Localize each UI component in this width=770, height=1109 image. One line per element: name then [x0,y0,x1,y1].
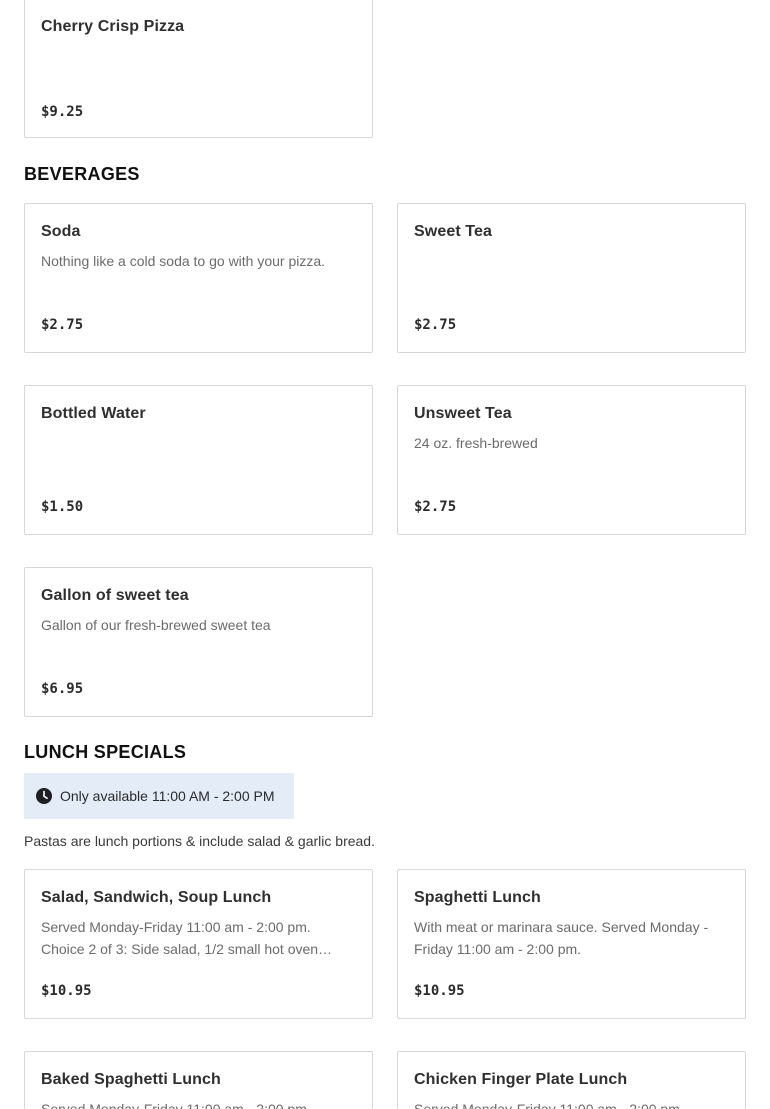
menu-item-name: Sweet Tea [414,223,492,240]
menu-item-card[interactable]: Spaghetti Lunch With meat or marinara sa… [397,869,746,1019]
menu-item-name: Bottled Water [41,405,146,422]
menu-item-name: Baked Spaghetti Lunch [41,1071,221,1088]
menu-item-price: $9.25 [41,104,84,120]
menu-item-card[interactable]: Cherry Crisp Pizza $9.25 [24,0,373,138]
menu-item-name: Cherry Crisp Pizza [41,18,185,35]
section-title-lunch-specials: LUNCH SPECIALS [24,742,187,762]
menu-item-description: Served Monday-Friday 11:00 am - 2:00 pm. [41,1101,311,1109]
menu-item-name: Spaghetti Lunch [414,889,541,906]
menu-item-card[interactable]: Soda Nothing like a cold soda to go with… [24,203,373,353]
menu-item-price: $6.95 [41,681,84,697]
menu-item-price: $2.75 [414,317,457,333]
lunch-note: Pastas are lunch portions & include sala… [24,833,375,849]
menu-item-description: Served Monday-Friday 11:00 am - 2:00 pm.… [41,919,333,957]
availability-text: Only available 11:00 AM - 2:00 PM [60,788,275,804]
menu-item-price: $10.95 [414,983,465,999]
menu-item-card[interactable]: Unsweet Tea 24 oz. fresh-brewed $2.75 [397,385,746,535]
clock-icon [35,787,53,805]
menu-item-card[interactable]: Salad, Sandwich, Soup Lunch Served Monda… [24,869,373,1019]
menu-item-card[interactable]: Chicken Finger Plate Lunch Served Monday… [397,1051,746,1109]
availability-banner: Only available 11:00 AM - 2:00 PM [24,773,294,819]
menu-item-card[interactable]: Bottled Water $1.50 [24,385,373,535]
menu-item-card[interactable]: Baked Spaghetti Lunch Served Monday-Frid… [24,1051,373,1109]
menu-item-description: Nothing like a cold soda to go with your… [41,253,326,269]
menu-item-name: Salad, Sandwich, Soup Lunch [41,889,272,906]
menu-item-price: $10.95 [41,983,92,999]
menu-item-description: 24 oz. fresh-brewed [414,435,538,451]
menu-item-name: Unsweet Tea [414,405,512,422]
menu-item-name: Gallon of sweet tea [41,587,189,604]
menu-item-card[interactable]: Gallon of sweet tea Gallon of our fresh-… [24,567,373,717]
menu-item-card[interactable]: Sweet Tea $2.75 [397,203,746,353]
menu-item-price: $1.50 [41,499,84,515]
menu-item-name: Chicken Finger Plate Lunch [414,1071,628,1088]
section-title-beverages: BEVERAGES [24,164,140,184]
menu-item-price: $2.75 [41,317,84,333]
menu-item-description: With meat or marinara sauce. Served Mond… [414,919,709,957]
menu-item-name: Soda [41,223,81,240]
menu-item-price: $2.75 [414,499,457,515]
menu-item-description: Gallon of our fresh-brewed sweet tea [41,617,271,633]
menu-item-description: Served Monday-Friday 11:00 am - 2:00 pm. [414,1101,684,1109]
